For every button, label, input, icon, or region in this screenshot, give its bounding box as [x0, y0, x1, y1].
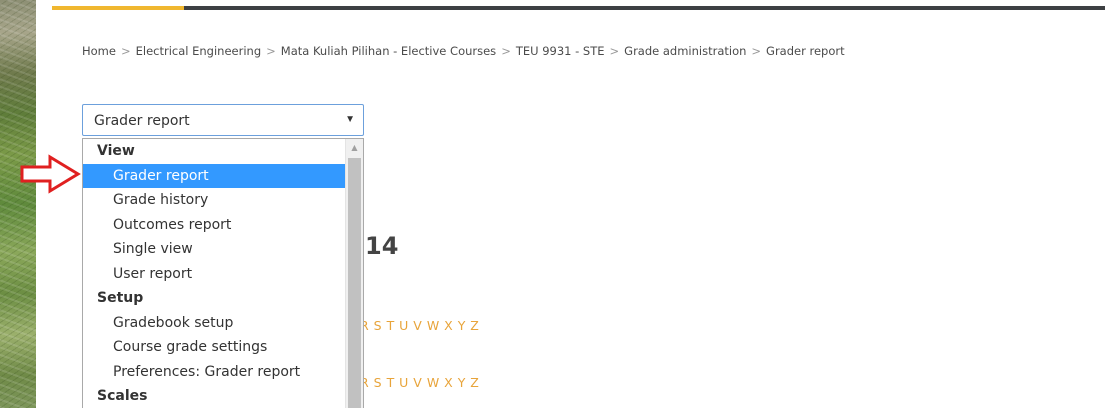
option-single-view[interactable]: Single view: [83, 237, 345, 262]
dropdown-scrollbar[interactable]: ▲: [345, 139, 363, 408]
option-gradebook-setup[interactable]: Gradebook setup: [83, 311, 345, 336]
breadcrumb-home[interactable]: Home: [82, 44, 116, 58]
option-preferences-grader-report[interactable]: Preferences: Grader report: [83, 360, 345, 385]
report-select-value: Grader report: [94, 113, 190, 129]
option-grade-history[interactable]: Grade history: [83, 188, 345, 213]
scroll-up-icon[interactable]: ▲: [346, 139, 363, 156]
breadcrumb-separator: >: [609, 44, 620, 58]
initials-filter-row[interactable]: R S T U V W X Y Z: [360, 318, 479, 333]
option-outcomes-report[interactable]: Outcomes report: [83, 213, 345, 238]
red-arrow-icon: [20, 154, 81, 194]
breadcrumb-category[interactable]: Electrical Engineering: [136, 44, 262, 58]
page: Home > Electrical Engineering > Mata Kuliah …: [0, 0, 1105, 408]
scrollbar-thumb[interactable]: [348, 158, 361, 408]
breadcrumb: Home > Electrical Engineering > Mata Kuliah …: [82, 44, 845, 58]
option-course-grade-settings[interactable]: Course grade settings: [83, 335, 345, 360]
breadcrumb-separator: >: [751, 44, 762, 58]
dropdown-items: View Grader report Grade history Outcome…: [83, 139, 345, 408]
group-scales: Scales: [97, 388, 148, 404]
group-setup: Setup: [97, 290, 144, 306]
breadcrumb-current: Grader report: [766, 44, 845, 58]
initials-filter-row[interactable]: R S T U V W X Y Z: [360, 375, 479, 390]
breadcrumb-subcategory[interactable]: Mata Kuliah Pilihan - Elective Courses: [281, 44, 496, 58]
breadcrumb-course[interactable]: TEU 9931 - STE: [516, 44, 605, 58]
breadcrumb-separator: >: [120, 44, 131, 58]
background-photo-strip: [0, 0, 36, 408]
option-user-report[interactable]: User report: [83, 262, 345, 287]
option-grader-report[interactable]: Grader report: [83, 163, 345, 188]
top-bar: [52, 6, 1105, 10]
chevron-down-icon: ▼: [345, 114, 355, 125]
report-dropdown-list[interactable]: View Grader report Grade history Outcome…: [82, 138, 364, 408]
breadcrumb-separator: >: [266, 44, 276, 58]
breadcrumb-grade-administration[interactable]: Grade administration: [624, 44, 746, 58]
page-heading-fragment: 14: [365, 232, 399, 260]
report-select[interactable]: Grader report ▼: [82, 104, 364, 136]
group-view: View: [97, 143, 135, 159]
top-bar-accent: [52, 6, 184, 10]
breadcrumb-separator: >: [501, 44, 511, 58]
